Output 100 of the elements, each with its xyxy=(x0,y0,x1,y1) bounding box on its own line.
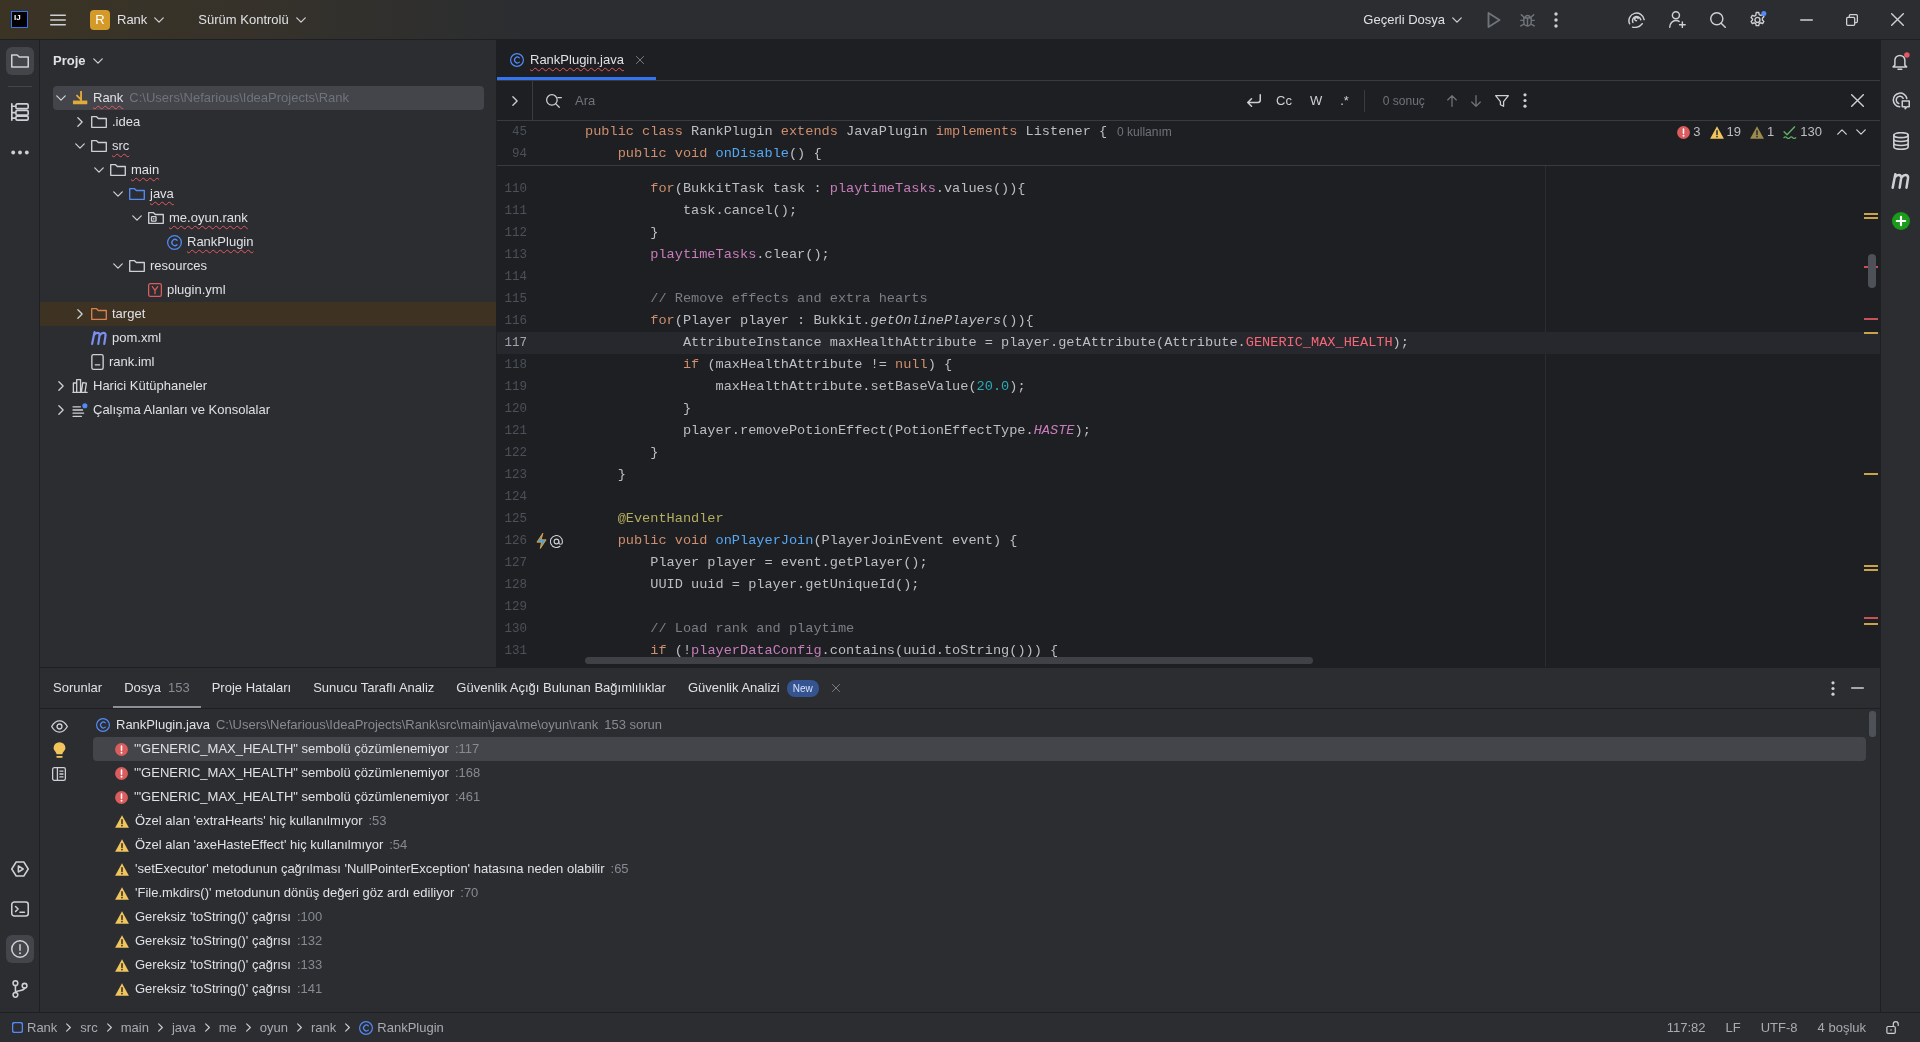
run-configuration-menu[interactable]: Geçerli Dosya xyxy=(1357,5,1468,34)
close-icon[interactable] xyxy=(1891,13,1904,26)
tree-item[interactable]: resources xyxy=(53,254,484,278)
chat-bubble-icon[interactable] xyxy=(1891,92,1910,110)
arrow-up-icon[interactable] xyxy=(1446,94,1457,107)
file-encoding[interactable]: UTF-8 xyxy=(1760,1017,1798,1038)
chevron-down-icon[interactable] xyxy=(113,191,123,197)
project-menu[interactable]: R Rank xyxy=(84,5,171,34)
breadcrumb[interactable]: src xyxy=(80,1017,98,1038)
tree-item[interactable]: me.oyun.rank xyxy=(53,206,484,230)
search-field[interactable]: Ara xyxy=(571,88,1247,113)
chevron-right-icon[interactable] xyxy=(77,309,83,319)
breadcrumb[interactable]: main xyxy=(120,1017,149,1038)
filter-icon[interactable] xyxy=(1494,94,1509,107)
open-lock-icon[interactable] xyxy=(1886,1021,1900,1034)
problem-item[interactable]: '"GENERIC_MAX_HEALTH" sembolü çözümlenemiyor :168 xyxy=(93,761,1866,785)
tree-item[interactable]: src xyxy=(53,134,484,158)
view-selector[interactable]: Proje xyxy=(47,47,109,75)
chevron-right-icon[interactable] xyxy=(58,381,64,391)
breadcrumb[interactable]: oyun xyxy=(259,1017,288,1038)
search-icon[interactable] xyxy=(1710,11,1726,28)
problem-item[interactable]: 'File.mkdirs()' metodunun dönüş değeri göz ardı ediliyor :70 xyxy=(93,881,1866,905)
database-icon[interactable] xyxy=(1892,132,1909,150)
chevron-down-icon[interactable] xyxy=(75,143,85,149)
chevron-right-icon[interactable] xyxy=(58,405,64,415)
problem-item[interactable]: Gereksiz 'toString()' çağrısı :100 xyxy=(93,905,1866,929)
scrollbar-thumb[interactable] xyxy=(1869,711,1876,737)
problem-item[interactable]: 'setExecutor' metodunun çağrılması 'NullPointerException' hatasına neden olabilir :65 xyxy=(93,857,1866,881)
lightbulb-icon[interactable] xyxy=(52,742,66,758)
inspection-count[interactable]: 130 xyxy=(1783,122,1822,142)
problem-item[interactable]: '"GENERIC_MAX_HEALTH" sembolü çözümlenemiyor :117 xyxy=(93,737,1866,761)
panel-tab[interactable]: Sunucu Taraflı Analiz xyxy=(302,668,446,708)
panel-tab[interactable]: Proje Hataları xyxy=(200,668,303,708)
chevron-down-icon[interactable] xyxy=(56,95,66,101)
tool-window-button[interactable] xyxy=(5,47,34,75)
problem-item[interactable]: '"GENERIC_MAX_HEALTH" sembolü çözümlenemiyor :461 xyxy=(93,785,1866,809)
chevron-down-icon[interactable] xyxy=(94,167,104,173)
add-user-icon[interactable] xyxy=(1669,11,1686,28)
search-option-toggle[interactable]: W xyxy=(1306,88,1326,113)
breadcrumb[interactable]: RankPlugin xyxy=(359,1017,444,1038)
arrow-down-icon[interactable] xyxy=(1470,94,1481,107)
breadcrumb[interactable]: Rank xyxy=(12,1017,58,1038)
breadcrumb[interactable]: me xyxy=(218,1017,237,1038)
chevron-down-icon[interactable] xyxy=(132,215,142,221)
restore-icon[interactable] xyxy=(1846,13,1858,26)
tree-item[interactable]: Çalışma Alanları ve Konsolalar xyxy=(53,398,484,422)
tree-item[interactable]: main xyxy=(53,158,484,182)
panel-tab[interactable]: Dosya 153 xyxy=(113,668,201,708)
problem-item[interactable]: Gereksiz 'toString()' çağrısı :141 xyxy=(93,977,1866,1001)
breadcrumb[interactable]: rank xyxy=(311,1017,337,1038)
close-icon[interactable] xyxy=(1851,94,1864,107)
bolt-icon[interactable] xyxy=(536,533,547,549)
usage-hint[interactable]: 0 kullanım xyxy=(1117,123,1172,141)
tree-item[interactable]: plugin.yml xyxy=(53,278,484,302)
chevron-right-icon[interactable] xyxy=(77,117,83,127)
search-option-toggle[interactable]: Cc xyxy=(1273,88,1295,113)
panel-tab[interactable]: Güvenlik Analizi New xyxy=(676,668,830,708)
bell-icon[interactable] xyxy=(1891,52,1910,70)
search-icon[interactable] xyxy=(546,93,562,108)
vcs-menu[interactable]: Sürüm Kontrolü xyxy=(192,5,312,34)
menu-icon[interactable] xyxy=(50,13,66,26)
problem-item[interactable]: Gereksiz 'toString()' çağrısı :132 xyxy=(93,929,1866,953)
chevron-down-icon[interactable] xyxy=(113,263,123,269)
inspection-count[interactable]: 19 xyxy=(1709,122,1742,142)
return-arrow-icon[interactable] xyxy=(1247,94,1261,107)
search-option-toggle[interactable]: .* xyxy=(1337,88,1352,113)
tree-item[interactable]: rank.iml xyxy=(53,350,484,374)
file-node[interactable]: RankPlugin.java C:\Users\Nefarious\IdeaProjects\Rank\src\main\java\me\oyun\rank 153 sorun xyxy=(93,713,1866,737)
more-vertical-icon[interactable] xyxy=(1554,11,1558,28)
scrollbar-thumb[interactable] xyxy=(1868,254,1876,288)
chevron-up-icon[interactable] xyxy=(1837,129,1847,135)
tree-item[interactable]: java xyxy=(53,182,484,206)
problem-item[interactable]: Gereksiz 'toString()' çağrısı :133 xyxy=(93,953,1866,977)
inspection-count[interactable]: 1 xyxy=(1750,122,1775,142)
spiral-icon[interactable] xyxy=(1628,11,1645,28)
indent-setting[interactable]: 4 boşluk xyxy=(1817,1017,1866,1038)
more-vertical-icon[interactable] xyxy=(1831,680,1835,696)
scrollbar-thumb[interactable] xyxy=(585,657,1313,664)
m-letter-icon[interactable] xyxy=(1891,173,1910,189)
tree-item[interactable]: .idea xyxy=(53,110,484,134)
chevron-down-icon[interactable] xyxy=(1856,129,1866,135)
tree-item[interactable]: RankPlugin xyxy=(53,230,484,254)
tree-item[interactable]: Harici Kütüphaneler xyxy=(53,374,484,398)
tree-item[interactable]: target xyxy=(40,302,496,326)
breadcrumb[interactable]: java xyxy=(171,1017,196,1038)
settings-icon[interactable] xyxy=(1750,11,1767,28)
problem-item[interactable]: Özel alan 'extraHearts' hiç kullanılmıyor :53 xyxy=(93,809,1866,833)
tree-item[interactable]: pom.xml xyxy=(53,326,484,350)
minimize-icon[interactable] xyxy=(1800,18,1813,21)
caret-position[interactable]: 117:82 xyxy=(1666,1017,1706,1038)
tool-window-button[interactable] xyxy=(5,935,34,963)
problem-item[interactable]: Özel alan 'axeHasteEffect' hiç kullanılmıyor :54 xyxy=(93,833,1866,857)
chevron-right-icon[interactable] xyxy=(511,95,518,106)
inspection-count[interactable]: 3 xyxy=(1677,122,1701,142)
at-sign-icon[interactable] xyxy=(550,534,563,548)
more-vertical-icon[interactable] xyxy=(1522,93,1527,108)
preview-panel-icon[interactable] xyxy=(52,767,66,781)
plus-circle-icon[interactable] xyxy=(1891,212,1910,230)
eye-icon[interactable] xyxy=(50,720,68,733)
editor-tab[interactable]: RankPlugin.java xyxy=(497,40,656,80)
